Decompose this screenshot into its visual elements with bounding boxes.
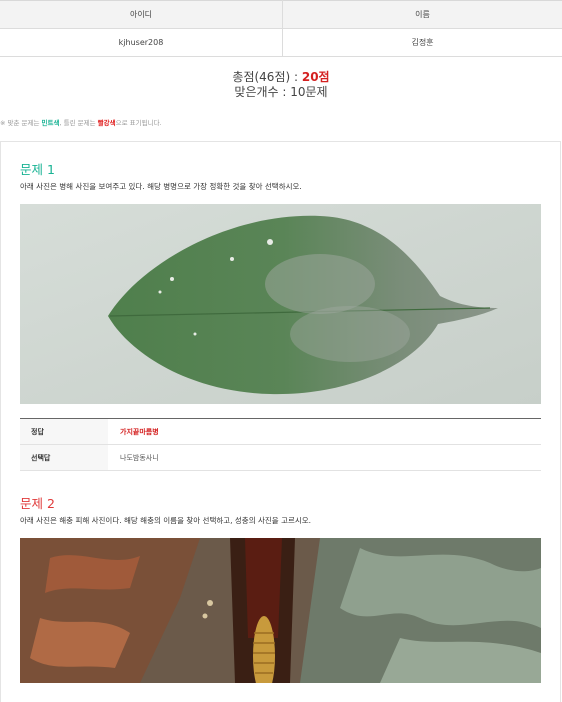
total-score: 총점(46점) : 20점 — [0, 70, 562, 85]
selected-value: 나도밤동사니 — [108, 445, 541, 471]
tree-bark-larva-photo — [20, 538, 541, 683]
question-panel: 문제 1 아래 사진은 병해 사진을 보여주고 있다. 해당 병명으로 가장 정… — [0, 141, 561, 702]
question-2-title: 문제 2 — [20, 493, 55, 512]
score-summary: 총점(46점) : 20점 맞은개수 : 10문제 — [0, 70, 562, 100]
header-name: 이름 — [283, 1, 562, 29]
color-legend-notice: ※ 맞춘 문제는 민트색, 틀린 문제는 빨강색으로 표기됩니다. — [0, 117, 162, 127]
answer-table: 정답 가지끝마름병 선택답 나도밤동사니 — [20, 418, 541, 471]
question-1-title: 문제 1 — [20, 159, 55, 178]
header-id: 아이디 — [0, 1, 283, 29]
answer-label: 정답 — [20, 419, 108, 445]
answer-value: 가지끝마름병 — [108, 419, 541, 445]
diseased-leaf-photo — [20, 204, 541, 404]
correct-count: 맞은개수 : 10문제 — [0, 85, 562, 100]
question-1-text: 아래 사진은 병해 사진을 보여주고 있다. 해당 병명으로 가장 정확한 것을… — [20, 181, 302, 192]
score-points: 20점 — [302, 70, 330, 84]
question-2-text: 아래 사진은 해충 피해 사진이다. 해당 해충의 이름을 찾아 선택하고, 성… — [20, 515, 311, 526]
selected-label: 선택답 — [20, 445, 108, 471]
user-info-table: 아이디 이름 kjhuser208 김정훈 — [0, 0, 562, 57]
user-id-cell: kjhuser208 — [0, 29, 283, 57]
user-name-cell: 김정훈 — [283, 29, 562, 57]
red-label: 빨강색 — [98, 119, 116, 127]
mint-label: 민트색 — [42, 119, 60, 127]
